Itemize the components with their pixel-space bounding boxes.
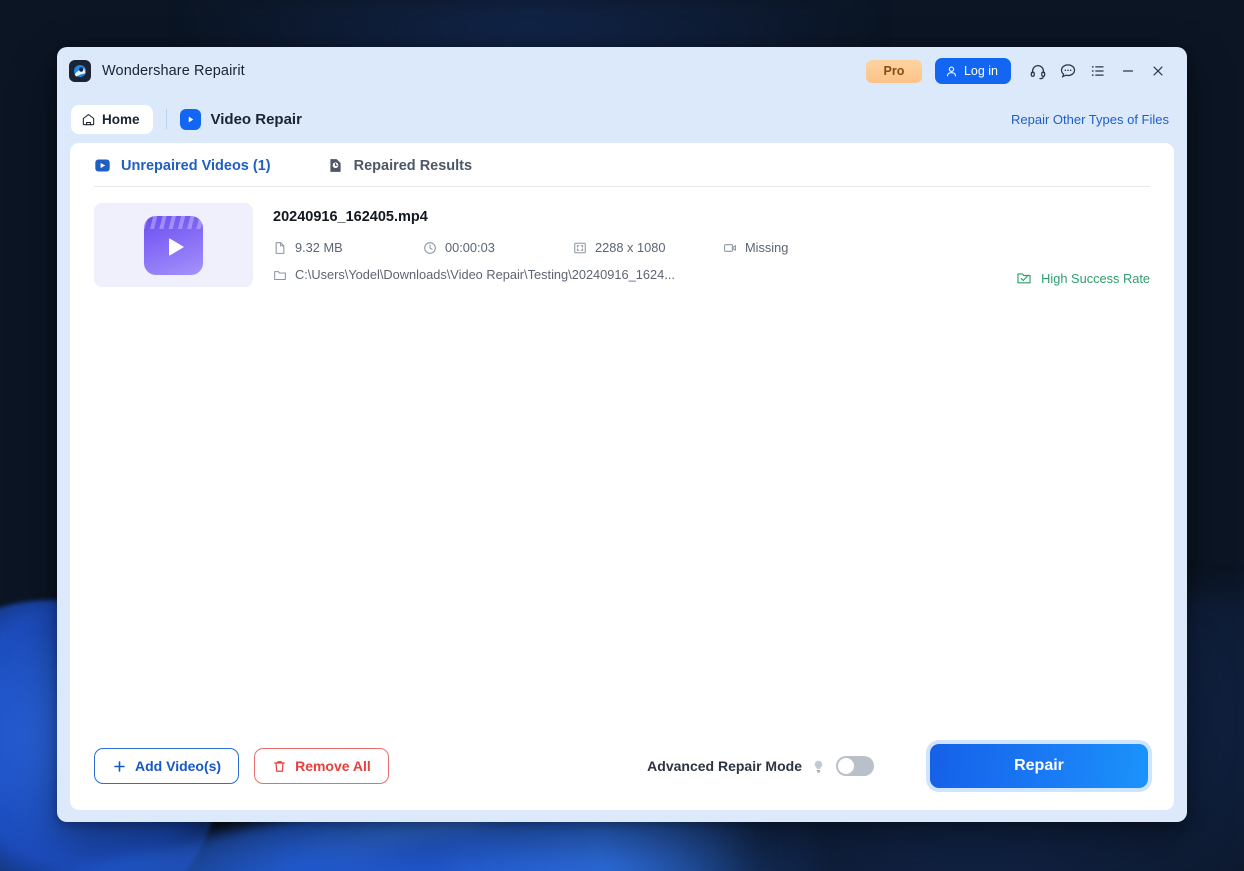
tab-unrepaired-videos-label: Unrepaired Videos (1) [121, 157, 271, 174]
remove-all-button[interactable]: Remove All [254, 748, 389, 784]
video-play-icon [179, 108, 201, 130]
nav-bar: Home Video Repair Repair Other Types of … [57, 95, 1187, 143]
content-panel: Unrepaired Videos (1) Repaired Results 2… [70, 143, 1174, 722]
video-codec: Missing [723, 240, 788, 255]
plus-icon [112, 759, 127, 774]
login-button[interactable]: Log in [934, 58, 1011, 84]
play-triangle [168, 238, 184, 256]
lightbulb-icon[interactable] [811, 759, 826, 774]
page-title: Video Repair [210, 110, 302, 128]
remove-all-button-label: Remove All [295, 758, 371, 774]
video-metadata: 20240916_162405.mp4 9.32 MB 00:00:03 228… [253, 203, 1016, 282]
video-duration: 00:00:03 [423, 240, 573, 255]
title-bar: Wondershare Repairit Pro Log in [57, 47, 1187, 95]
minimize-icon[interactable] [1113, 56, 1143, 86]
close-icon[interactable] [1143, 56, 1173, 86]
home-button[interactable]: Home [71, 104, 153, 134]
add-videos-button-label: Add Video(s) [135, 758, 222, 774]
video-path-label: C:\Users\Yodel\Downloads\Video Repair\Te… [295, 267, 675, 282]
video-resolution: 2288 x 1080 [573, 240, 723, 255]
app-title: Wondershare Repairit [102, 63, 245, 79]
login-button-label: Log in [963, 64, 998, 78]
file-icon [273, 241, 287, 255]
home-icon [81, 112, 96, 127]
success-rate-badge: High Success Rate [1016, 270, 1150, 287]
user-icon [945, 65, 958, 78]
clapperboard-stripes [144, 215, 203, 229]
tab-repaired-results[interactable]: Repaired Results [327, 157, 472, 186]
success-rate-label: High Success Rate [1041, 270, 1150, 286]
footer-bar: Add Video(s) Remove All Advanced Repair … [70, 722, 1174, 810]
video-thumbnail [94, 203, 253, 287]
advanced-repair-mode-toggle[interactable] [836, 756, 874, 776]
tab-repaired-results-label: Repaired Results [353, 157, 473, 174]
toggle-knob [838, 758, 854, 774]
chat-bubble-icon[interactable] [1053, 56, 1083, 86]
home-button-label: Home [102, 111, 140, 127]
wondershare-logo-icon [69, 60, 91, 82]
tab-unrepaired-videos[interactable]: Unrepaired Videos (1) [94, 157, 271, 186]
video-meta-line: 9.32 MB 00:00:03 2288 x 1080 Missing [273, 240, 1016, 255]
tabs-row: Unrepaired Videos (1) Repaired Results [70, 143, 1174, 186]
advanced-repair-mode-label: Advanced Repair Mode [647, 758, 802, 774]
app-window: Wondershare Repairit Pro Log in Home Vid… [57, 47, 1187, 822]
repair-button-label: Repair [1014, 757, 1064, 774]
video-resolution-label: 2288 x 1080 [595, 240, 666, 255]
video-size: 9.32 MB [273, 240, 423, 255]
repair-button[interactable]: Repair [930, 744, 1148, 788]
add-videos-button[interactable]: Add Video(s) [94, 748, 240, 784]
headset-icon[interactable] [1023, 56, 1053, 86]
desktop-background: Wondershare Repairit Pro Log in Home Vid… [0, 0, 1244, 871]
video-duration-label: 00:00:03 [445, 240, 495, 255]
video-list[interactable]: 20240916_162405.mp4 9.32 MB 00:00:03 228… [70, 187, 1174, 722]
video-codec-label: Missing [745, 240, 789, 255]
clock-icon [423, 241, 437, 255]
trash-icon [272, 759, 287, 774]
video-list-item[interactable]: 20240916_162405.mp4 9.32 MB 00:00:03 228… [94, 203, 1150, 303]
video-camera-icon [723, 241, 737, 255]
repair-other-types-link[interactable]: Repair Other Types of Files [1011, 112, 1169, 127]
video-play-icon [94, 157, 111, 174]
folder-check-icon [1016, 270, 1032, 286]
resolution-icon [573, 241, 587, 255]
video-file-name: 20240916_162405.mp4 [273, 209, 428, 225]
list-menu-icon[interactable] [1083, 56, 1113, 86]
video-path: C:\Users\Yodel\Downloads\Video Repair\Te… [273, 267, 1016, 282]
nav-divider [165, 109, 167, 129]
pro-badge[interactable]: Pro [865, 59, 922, 83]
document-clock-icon [327, 157, 344, 174]
video-clapperboard-play-icon [144, 215, 203, 275]
folder-icon [273, 268, 287, 282]
video-size-label: 9.32 MB [295, 240, 343, 255]
